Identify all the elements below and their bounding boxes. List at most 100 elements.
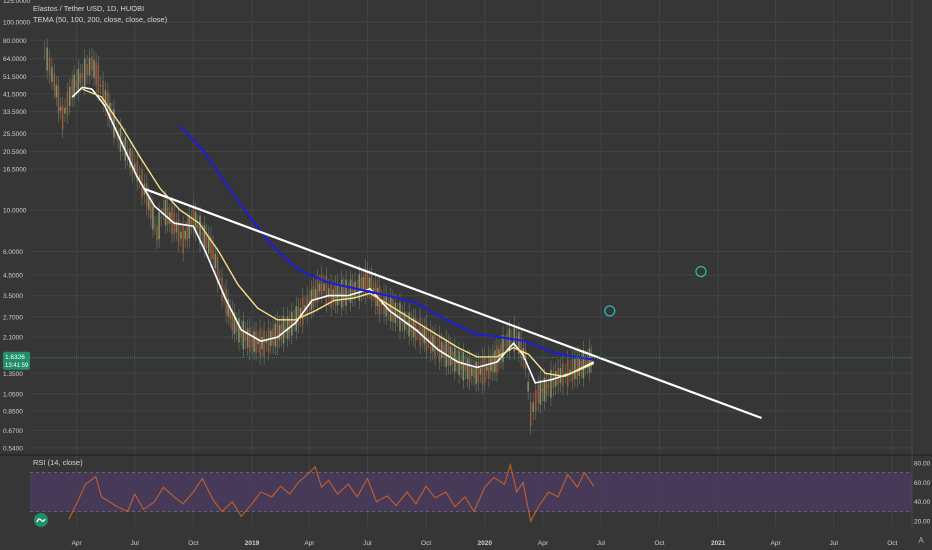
candle-body bbox=[471, 367, 473, 377]
candle-body bbox=[214, 253, 217, 269]
candle-body bbox=[394, 302, 397, 324]
candle-body bbox=[432, 335, 434, 352]
candle-body bbox=[242, 320, 245, 350]
candle-body bbox=[131, 150, 134, 175]
candle-body bbox=[443, 344, 445, 358]
candle-body bbox=[479, 368, 482, 375]
chart-stage: 100.0000 80.0000 64.0000 51.5000 41.5000 33.5… bbox=[0, 0, 932, 547]
candle-body bbox=[177, 219, 180, 244]
candle-body bbox=[506, 333, 508, 349]
time-tick-label: Jul bbox=[829, 540, 838, 547]
price-candles bbox=[43, 38, 593, 435]
candle-body bbox=[238, 317, 240, 343]
time-tick-label: 2020 bbox=[478, 540, 493, 547]
candle-body bbox=[88, 57, 91, 76]
rsi-tick-label: 20.00 bbox=[914, 519, 931, 526]
tradingview-logo-icon[interactable] bbox=[34, 513, 48, 527]
candle-body bbox=[302, 296, 304, 325]
candle-body bbox=[325, 275, 328, 305]
candle-body bbox=[366, 271, 369, 291]
countdown-label: 13:41:59 bbox=[5, 363, 29, 369]
candle-body bbox=[582, 349, 585, 379]
candle-body bbox=[81, 72, 84, 79]
time-tick-label: Oct bbox=[654, 540, 664, 547]
candle-body bbox=[79, 73, 82, 84]
candle-body bbox=[57, 85, 60, 114]
candle-body bbox=[475, 361, 477, 384]
candle-body bbox=[552, 374, 555, 389]
time-tick-label: Apr bbox=[72, 540, 83, 547]
candle-body bbox=[203, 225, 206, 249]
price-tick-label: 0.6700 bbox=[3, 428, 23, 435]
candle-body bbox=[274, 323, 277, 347]
time-tick-label: Jul bbox=[363, 540, 372, 547]
price-tick-label: 2.1000 bbox=[3, 335, 23, 342]
candle-body bbox=[490, 358, 492, 372]
candle-body bbox=[429, 329, 432, 354]
candle-body bbox=[255, 331, 257, 353]
rsi-legend[interactable]: RSI (14, close) bbox=[33, 458, 83, 467]
candle-body bbox=[545, 381, 548, 395]
candle-body bbox=[166, 206, 169, 224]
candle-body bbox=[51, 66, 53, 82]
candle-body bbox=[86, 64, 88, 76]
candle-body bbox=[440, 341, 443, 358]
annotations bbox=[30, 187, 912, 420]
rsi-axis[interactable]: 80.00 60.00 40.00 20.00 bbox=[914, 460, 931, 525]
time-tick-label: Oct bbox=[421, 540, 431, 547]
candle-body bbox=[468, 359, 471, 382]
candle-body bbox=[571, 359, 574, 382]
candle-body bbox=[53, 73, 56, 91]
symbol-legend[interactable]: Elastos / Tether USD, 1D, HUOBI bbox=[33, 4, 144, 13]
price-axis[interactable]: 100.0000 80.0000 64.0000 51.5000 41.5000 33.5… bbox=[3, 0, 30, 453]
price-tick-label: 0.5400 bbox=[3, 446, 23, 453]
candle-body bbox=[557, 367, 559, 385]
candle-body bbox=[259, 328, 261, 357]
time-axis[interactable]: Apr Jul Oct 2019 Apr Jul Oct 2020 Apr Jul Oct 2021 A… bbox=[72, 540, 898, 547]
candle-body bbox=[61, 105, 64, 130]
price-series bbox=[71, 86, 595, 384]
time-tick-label: Apr bbox=[538, 540, 549, 547]
indicator-legend[interactable]: TEMA (50, 100, 200, close, close, close) bbox=[33, 15, 167, 24]
candle-body bbox=[477, 361, 480, 383]
candle-body bbox=[93, 59, 95, 78]
candle-body bbox=[201, 232, 204, 235]
candle-body bbox=[150, 201, 152, 220]
candle-body bbox=[278, 324, 281, 340]
candle-body bbox=[460, 359, 462, 370]
candle-body bbox=[473, 368, 475, 378]
candle-body bbox=[188, 214, 191, 239]
candle-body bbox=[547, 385, 550, 388]
candle-body bbox=[190, 219, 193, 226]
candle-body bbox=[578, 356, 581, 376]
candle-body bbox=[576, 355, 579, 380]
candle-body bbox=[566, 359, 569, 388]
rsi-tick-label: 80.00 bbox=[914, 460, 931, 467]
candle-body bbox=[340, 279, 343, 308]
price-tick-label: 6.0000 bbox=[3, 249, 23, 256]
candle-body bbox=[312, 286, 315, 308]
candle-body bbox=[95, 62, 97, 86]
candle-body bbox=[186, 221, 189, 241]
candle-body bbox=[261, 336, 263, 350]
time-tick-label: Jul bbox=[597, 540, 606, 547]
price-tick-label: 51.5000 bbox=[3, 74, 27, 81]
price-tick-label: 20.5000 bbox=[3, 149, 27, 156]
candle-body bbox=[48, 58, 51, 76]
candle-body bbox=[529, 401, 532, 427]
a-letter-icon[interactable]: A bbox=[916, 536, 926, 546]
circle-marker bbox=[604, 305, 616, 317]
candle-body bbox=[462, 351, 465, 381]
candle-body bbox=[466, 358, 469, 380]
candle-body bbox=[349, 279, 352, 303]
candle-body bbox=[164, 199, 167, 226]
candle-body bbox=[527, 382, 529, 392]
price-tick-label: 3.5000 bbox=[3, 293, 23, 300]
candle-body bbox=[129, 148, 131, 168]
price-tick-label: 25.5000 bbox=[3, 131, 27, 138]
candle-body bbox=[263, 330, 265, 357]
candle-body bbox=[436, 346, 439, 348]
candle-body bbox=[445, 339, 447, 367]
candle-body bbox=[196, 223, 199, 229]
candle-body bbox=[182, 224, 184, 254]
